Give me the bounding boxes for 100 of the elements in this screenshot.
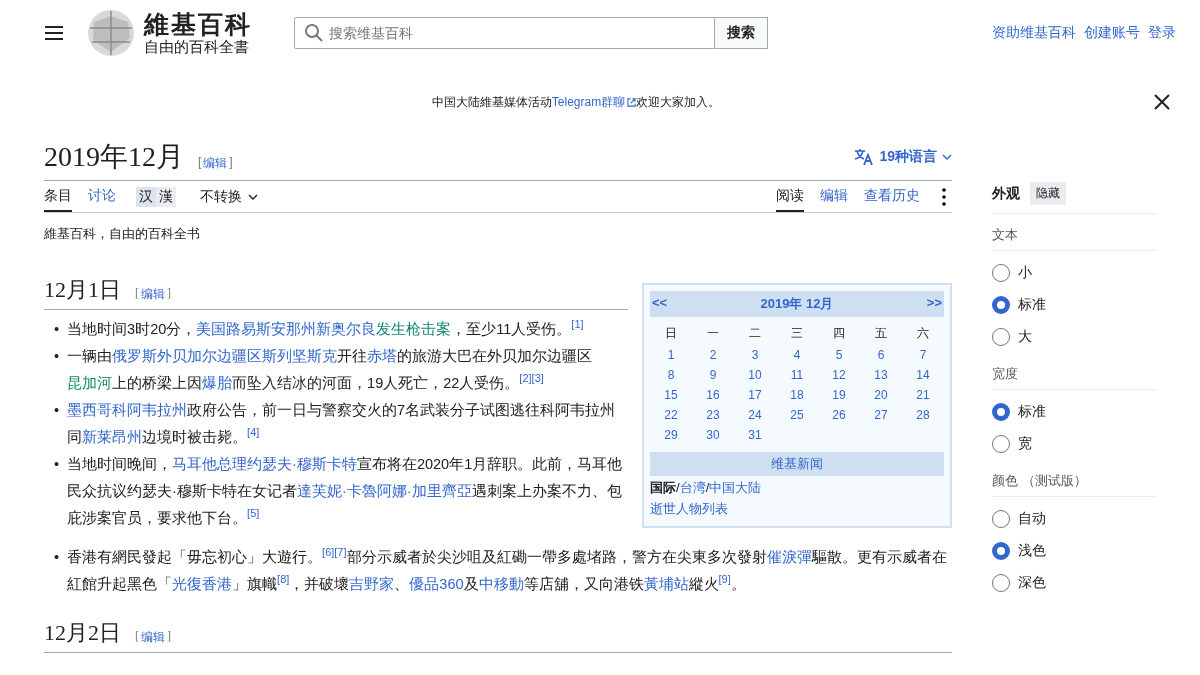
article-link[interactable]: 新莱昂州 [82, 429, 143, 445]
day-link[interactable]: 15 [650, 388, 692, 402]
radio-button[interactable] [992, 264, 1010, 282]
article-link[interactable]: 马耳他总理约瑟夫·穆斯卡特 [172, 456, 357, 472]
variant-tab[interactable]: 汉 [136, 186, 156, 207]
day-link[interactable]: 30 [692, 428, 734, 442]
day-link[interactable]: 31 [734, 428, 776, 442]
day-link[interactable]: 13 [860, 368, 902, 382]
radio-button[interactable] [992, 574, 1010, 592]
language-button[interactable]: 19种语言 [854, 148, 952, 166]
option-label[interactable]: 标准 [1018, 296, 1046, 314]
article-link[interactable]: 俄罗斯外贝加尔边疆区斯列坚斯克 [112, 348, 338, 364]
day-link[interactable]: 3 [734, 348, 776, 362]
day-link[interactable]: 21 [902, 388, 944, 402]
article-link[interactable]: 台湾 [679, 480, 706, 495]
reference-link[interactable]: [9] [718, 573, 731, 586]
article-link[interactable]: 催淚彈 [766, 549, 812, 565]
day-link[interactable]: 8 [650, 368, 692, 382]
view-tab[interactable]: 编辑 [820, 181, 848, 212]
day-link[interactable]: 6 [860, 348, 902, 362]
day-link[interactable]: 5 [818, 348, 860, 362]
day-link[interactable]: 26 [818, 408, 860, 422]
article-link[interactable]: 美国路易斯安那州新奥尔良 [196, 321, 377, 337]
option-label[interactable]: 大 [1018, 328, 1032, 346]
article-link[interactable]: 黃埔站 [643, 576, 689, 592]
day-link[interactable]: 1 [650, 348, 692, 362]
wordmark[interactable]: 維基百科 [144, 11, 252, 39]
reference-link[interactable]: [5] [247, 507, 260, 520]
edit-link[interactable]: 编辑 [203, 155, 228, 172]
variant-dropdown[interactable]: 不转换 [200, 181, 258, 212]
search-field[interactable]: 搜索维基百科 [294, 17, 715, 49]
page-tab[interactable]: 条目 [44, 181, 72, 212]
day-link[interactable]: 29 [650, 428, 692, 442]
radio-button[interactable] [992, 510, 1010, 528]
reference-link[interactable]: [6] [322, 546, 335, 559]
day-link[interactable]: 20 [860, 388, 902, 402]
radio-button[interactable] [992, 296, 1010, 314]
reference-link[interactable]: [3] [531, 372, 544, 385]
day-link[interactable]: 27 [860, 408, 902, 422]
article-link[interactable]: 爆胎 [202, 375, 233, 391]
calendar-footer-title[interactable]: 维基新闻 [650, 452, 944, 476]
reference-link[interactable]: [4] [247, 426, 260, 439]
article-link[interactable]: 赤塔 [367, 348, 398, 364]
previous-month-link[interactable]: << [652, 295, 668, 313]
edit-link[interactable]: 编辑 [141, 286, 165, 303]
day-link[interactable]: 10 [734, 368, 776, 382]
variant-tab[interactable]: 漢 [156, 186, 176, 207]
day-link[interactable]: 22 [650, 408, 692, 422]
menu-icon[interactable] [44, 23, 64, 43]
view-tab[interactable]: 查看历史 [864, 181, 920, 212]
day-link[interactable]: 23 [692, 408, 734, 422]
day-link[interactable]: 17 [734, 388, 776, 402]
radio-button[interactable] [992, 435, 1010, 453]
article-link[interactable]: 中移動 [478, 576, 524, 592]
hide-button[interactable]: 隐藏 [1030, 182, 1066, 205]
day-link[interactable]: 25 [776, 408, 818, 422]
article-link[interactable]: 達芙妮·卡魯阿娜·加里齊亞 [296, 483, 472, 499]
article-link[interactable]: 昆加河 [67, 375, 113, 391]
edit-link[interactable]: 编辑 [141, 629, 165, 646]
article-link[interactable]: 逝世人物列表 [650, 501, 728, 516]
next-month-link[interactable]: >> [926, 295, 942, 313]
day-link[interactable]: 9 [692, 368, 734, 382]
day-link[interactable]: 7 [902, 348, 944, 362]
article-link[interactable]: 光復香港 [172, 576, 233, 592]
reference-link[interactable]: [1] [571, 318, 584, 331]
option-label[interactable]: 自动 [1018, 510, 1046, 528]
day-link[interactable]: 18 [776, 388, 818, 402]
day-link[interactable]: 28 [902, 408, 944, 422]
radio-button[interactable] [992, 328, 1010, 346]
day-link[interactable]: 19 [818, 388, 860, 402]
telegram-link[interactable]: Telegram群聊 [551, 93, 637, 111]
option-label[interactable]: 浅色 [1018, 542, 1046, 560]
article-link[interactable]: 吉野家 [349, 576, 395, 592]
day-link[interactable]: 11 [776, 368, 818, 382]
article-link[interactable]: 優品360 [409, 576, 464, 592]
option-label[interactable]: 宽 [1018, 435, 1032, 453]
user-link[interactable]: 资助维基百科 [992, 24, 1076, 42]
option-label[interactable]: 标准 [1018, 403, 1046, 421]
radio-button[interactable] [992, 542, 1010, 560]
day-link[interactable]: 14 [902, 368, 944, 382]
reference-link[interactable]: [7] [334, 546, 347, 559]
day-link[interactable]: 4 [776, 348, 818, 362]
close-icon[interactable] [1152, 92, 1172, 112]
user-link[interactable]: 创建账号 [1084, 24, 1140, 42]
option-label[interactable]: 深色 [1018, 574, 1046, 592]
view-tab[interactable]: 阅读 [776, 181, 804, 212]
article-link[interactable]: 中国大陆 [709, 480, 762, 495]
radio-button[interactable] [992, 403, 1010, 421]
option-label[interactable]: 小 [1018, 264, 1032, 282]
user-link[interactable]: 登录 [1148, 24, 1176, 42]
reference-link[interactable]: [8] [277, 573, 290, 586]
reference-link[interactable]: [2] [519, 372, 532, 385]
article-link[interactable]: 发生枪击案 [376, 321, 452, 337]
search-button[interactable]: 搜索 [715, 17, 768, 49]
day-link[interactable]: 2 [692, 348, 734, 362]
article-link[interactable]: 墨西哥科阿韦拉州 [67, 402, 188, 418]
globe-logo-icon[interactable] [86, 8, 136, 58]
calendar-title[interactable]: 2019年 12月 [760, 295, 834, 313]
day-link[interactable]: 12 [818, 368, 860, 382]
day-link[interactable]: 24 [734, 408, 776, 422]
